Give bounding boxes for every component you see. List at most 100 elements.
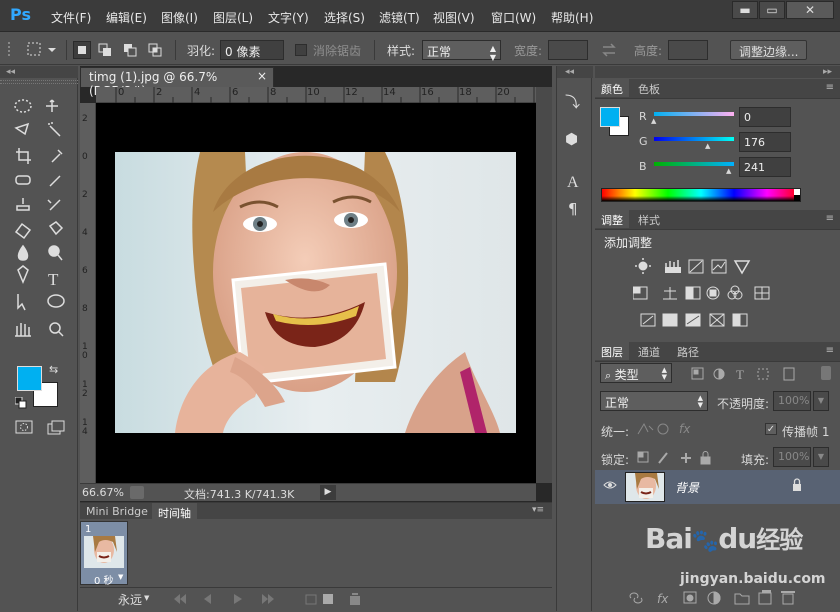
- width-input[interactable]: [548, 40, 588, 60]
- close-tab-icon[interactable]: ×: [257, 69, 267, 83]
- layer-name[interactable]: 背景: [675, 479, 699, 496]
- r-slider[interactable]: [654, 112, 734, 116]
- chevron-down-icon: ▼: [144, 594, 150, 602]
- marquee-preset-icon[interactable]: [26, 40, 58, 58]
- g-value[interactable]: 176: [739, 132, 791, 152]
- b-slider[interactable]: [654, 162, 734, 166]
- menu-select[interactable]: 选择(S): [324, 9, 365, 26]
- menu-view[interactable]: 视图(V): [433, 9, 475, 26]
- tab-swatches[interactable]: 色板: [632, 79, 666, 97]
- chevron-down-icon[interactable]: ▼: [813, 447, 829, 467]
- tab-color[interactable]: 颜色: [595, 79, 629, 97]
- tab-paths[interactable]: 路径: [671, 342, 705, 360]
- r-value[interactable]: 0: [739, 107, 791, 127]
- collapse-icon[interactable]: ◂◂: [557, 66, 593, 78]
- subtract-selection-icon[interactable]: [121, 41, 139, 59]
- menu-type[interactable]: 文字(Y): [268, 9, 309, 26]
- menu-window[interactable]: 窗口(W): [491, 9, 536, 26]
- blend-mode-select[interactable]: 正常 ▲ ▼: [600, 391, 708, 411]
- panel-menu-icon[interactable]: ≡: [826, 345, 834, 356]
- filter-toggle-icon[interactable]: [821, 366, 831, 380]
- status-icon[interactable]: [130, 486, 144, 499]
- layers-footer-icons[interactable]: fx: [595, 588, 840, 608]
- frame-number: 1: [85, 524, 92, 535]
- layer-kind-filter[interactable]: ⌕ 类型 ▲ ▼: [600, 363, 672, 383]
- menu-filter[interactable]: 滤镜(T): [379, 9, 420, 26]
- antialias-checkbox[interactable]: [295, 44, 307, 56]
- status-menu-arrow-icon[interactable]: ▶: [320, 485, 336, 500]
- new-selection-icon[interactable]: [73, 41, 91, 59]
- close-button[interactable]: ✕: [786, 1, 834, 19]
- slider-handle-icon[interactable]: ▲: [726, 167, 731, 175]
- menu-file[interactable]: 文件(F): [51, 9, 91, 26]
- document-info: 文档:741.3 K/741.3K: [184, 488, 295, 501]
- b-value[interactable]: 241: [739, 157, 791, 177]
- 3d-icon[interactable]: ⬢: [565, 130, 578, 148]
- menu-help[interactable]: 帮助(H): [551, 9, 593, 26]
- fill-input[interactable]: 100%: [773, 447, 811, 467]
- layer-filter-icons[interactable]: T: [690, 366, 810, 382]
- height-label: 高度:: [634, 44, 663, 58]
- tab-mini-bridge[interactable]: Mini Bridge: [80, 503, 154, 521]
- adjustment-icons[interactable]: [633, 258, 793, 330]
- menu-edit[interactable]: 编辑(E): [106, 9, 147, 26]
- paragraph-icon[interactable]: ¶: [568, 200, 578, 218]
- loop-select[interactable]: 永远: [118, 591, 142, 608]
- intersect-selection-icon[interactable]: [146, 41, 164, 59]
- ruler-label: 14: [383, 87, 396, 98]
- panel-menu-icon[interactable]: ≡: [826, 82, 834, 93]
- frame-1[interactable]: 1 0 秒 ▼: [80, 521, 128, 587]
- menu-layer[interactable]: 图层(L): [213, 9, 253, 26]
- add-selection-icon[interactable]: [96, 41, 114, 59]
- chevron-down-icon[interactable]: ▼: [813, 391, 829, 411]
- panel-menu-icon[interactable]: ≡: [826, 213, 834, 224]
- height-input[interactable]: [668, 40, 708, 60]
- panel-menu-icon[interactable]: ▾≡: [532, 505, 544, 515]
- screen-mode-icon[interactable]: [47, 420, 67, 436]
- default-colors-icon[interactable]: [15, 397, 27, 409]
- playback-icons[interactable]: [170, 591, 470, 607]
- tab-layers[interactable]: 图层: [595, 342, 629, 360]
- vertical-scrollbar[interactable]: [536, 87, 552, 483]
- character-icon[interactable]: A: [567, 174, 579, 192]
- swap-icon[interactable]: [601, 43, 617, 57]
- color-foreground-swatch[interactable]: [600, 107, 620, 127]
- propagate-checkbox[interactable]: ✓: [765, 423, 777, 435]
- propagate-label: 传播帧 1: [782, 425, 830, 439]
- swap-colors-icon[interactable]: ⇆: [49, 363, 58, 376]
- foreground-color-swatch[interactable]: [17, 366, 42, 391]
- slider-handle-icon[interactable]: ▲: [651, 117, 656, 125]
- maximize-button[interactable]: ▭: [759, 1, 785, 19]
- unify-icons[interactable]: fx: [635, 420, 695, 438]
- style-select[interactable]: 正常 ▲ ▼: [422, 40, 501, 62]
- frame-delay[interactable]: 0 秒: [94, 572, 114, 587]
- tab-styles[interactable]: 样式: [632, 210, 666, 228]
- photo-image[interactable]: [115, 152, 516, 433]
- tab-timeline[interactable]: 时间轴: [152, 503, 197, 521]
- updown-icon: ▲ ▼: [661, 366, 667, 381]
- tab-adjustments[interactable]: 调整: [595, 210, 629, 228]
- watermark-cn: 经验: [756, 526, 803, 554]
- eye-icon[interactable]: [603, 480, 617, 490]
- collapse-icon[interactable]: ◂◂: [0, 66, 78, 78]
- lock-icons[interactable]: [635, 449, 715, 467]
- opacity-input[interactable]: 100%: [773, 391, 811, 411]
- tab-channels[interactable]: 通道: [632, 342, 666, 360]
- ruler-label: 4: [82, 228, 88, 238]
- color-spectrum-bar[interactable]: [601, 188, 801, 202]
- frame-thumbnail: [84, 536, 124, 568]
- feather-input[interactable]: 0 像素: [220, 40, 284, 60]
- zoom-level[interactable]: 66.67%: [82, 486, 124, 499]
- refine-edge-button[interactable]: 调整边缘...: [730, 40, 808, 60]
- document-tab[interactable]: timg (1).jpg @ 66.7%(RGB/8#) ×: [80, 67, 274, 98]
- g-slider[interactable]: [654, 137, 734, 141]
- expand-icon[interactable]: ▸▸: [595, 66, 840, 78]
- minimize-button[interactable]: ▬: [732, 1, 758, 19]
- ruler-label: 2: [156, 87, 163, 98]
- history-icon[interactable]: ⤵: [565, 91, 580, 112]
- quick-mask-icon[interactable]: [15, 420, 33, 434]
- r-label: R: [639, 110, 647, 123]
- slider-handle-icon[interactable]: ▲: [705, 142, 710, 150]
- layer-row-background[interactable]: 背景: [595, 470, 840, 504]
- menu-image[interactable]: 图像(I): [161, 9, 198, 26]
